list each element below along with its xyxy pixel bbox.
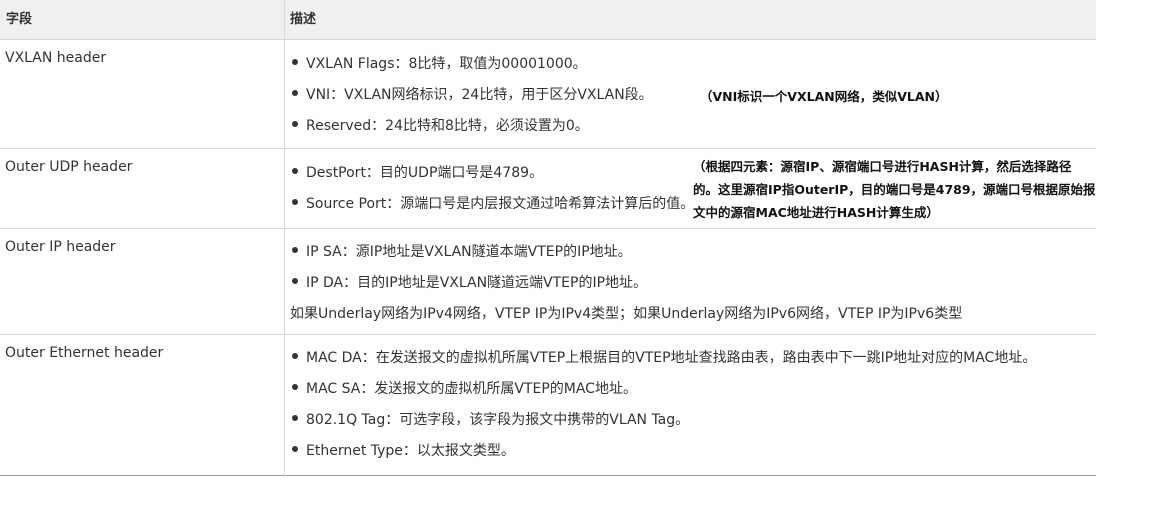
bullet-icon [292,90,298,96]
bullet-icon [292,168,298,174]
list-item: Reserved：24比特和8比特，必须设置为0。 [290,111,1096,142]
field-name: Outer UDP header [5,159,133,175]
list-item: 802.1Q Tag：可选字段，该字段为报文中携带的VLAN Tag。 [290,405,1096,436]
field-name: Outer IP header [5,239,116,255]
list-item: VNI：VXLAN网络标识，24比特，用于区分VXLAN段。 [290,80,1096,111]
list-item: VXLAN Flags：8比特，取值为00001000。 [290,49,1096,80]
list-item: MAC SA：发送报文的虚拟机所属VTEP的MAC地址。 [290,374,1096,405]
bullet-icon [292,247,298,253]
bullet-icon [292,59,298,65]
bullet-icon [292,384,298,390]
vni-annotation: （VNI标识一个VXLAN网络，类似VLAN） [700,89,948,104]
annotation-line: 文中的源宿MAC地址进行HASH计算生成） [693,205,939,220]
bullet-icon [292,278,298,284]
table-header-row: 字段 描述 [0,0,1096,40]
bullet-list: VXLAN Flags：8比特，取值为00001000。 VNI：VXLAN网络… [290,40,1096,142]
table-row: Outer IP header IP SA：源IP地址是VXLAN隧道本端VTE… [0,228,1096,335]
field-name: Outer Ethernet header [5,345,164,361]
annotation-line: （根据四元素：源宿IP、源宿端口号进行HASH计算，然后选择路径 [693,159,1072,174]
vxlan-fields-table: 字段 描述 VXLAN header VXLAN Flags：8比特，取值为00… [0,0,1096,476]
field-description: MAC DA：在发送报文的虚拟机所属VTEP上根据目的VTEP地址查找路由表，路… [284,334,1096,476]
annotation-line: 的。这里源宿IP指OuterIP，目的端口号是4789，源端口号根据原始报 [693,182,1096,197]
bullet-icon [292,121,298,127]
field-description: VXLAN Flags：8比特，取值为00001000。 VNI：VXLAN网络… [284,39,1096,149]
field-name: VXLAN header [5,50,107,66]
underlay-note: 如果Underlay网络为IPv4网络，VTEP IP为IPv4类型；如果Und… [290,306,963,322]
bullet-icon [292,446,298,452]
field-description: IP SA：源IP地址是VXLAN隧道本端VTEP的IP地址。 IP DA：目的… [284,228,1096,335]
bullet-icon [292,415,298,421]
list-item: IP SA：源IP地址是VXLAN隧道本端VTEP的IP地址。 [290,237,1096,268]
bullet-list: IP SA：源IP地址是VXLAN隧道本端VTEP的IP地址。 IP DA：目的… [290,229,1096,299]
list-item: IP DA：目的IP地址是VXLAN隧道远端VTEP的IP地址。 [290,268,1096,299]
bullet-icon [292,353,298,359]
header-field: 字段 [0,0,285,40]
header-description: 描述 [284,0,1096,40]
list-item: MAC DA：在发送报文的虚拟机所属VTEP上根据目的VTEP地址查找路由表，路… [290,343,1096,374]
bullet-icon [292,199,298,205]
list-item: Ethernet Type：以太报文类型。 [290,436,1096,467]
udp-annotation: （根据四元素：源宿IP、源宿端口号进行HASH计算，然后选择路径 的。这里源宿I… [693,155,1113,224]
table-row: Outer Ethernet header MAC DA：在发送报文的虚拟机所属… [0,334,1096,476]
bullet-list: MAC DA：在发送报文的虚拟机所属VTEP上根据目的VTEP地址查找路由表，路… [290,335,1096,467]
